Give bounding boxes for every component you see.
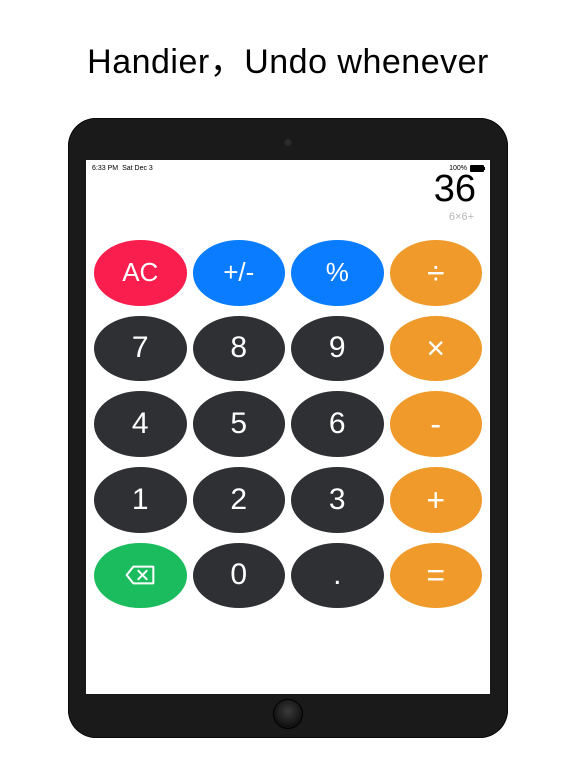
key-ac[interactable]: AC — [94, 240, 187, 306]
equals-icon: = — [426, 559, 445, 591]
divide-icon: ÷ — [427, 257, 445, 289]
key-multiply[interactable]: × — [390, 316, 483, 382]
key-2[interactable]: 2 — [193, 467, 286, 533]
calc-history: 6×6+ — [86, 212, 476, 223]
key-backspace[interactable] — [94, 543, 187, 609]
key-equals[interactable]: = — [390, 543, 483, 609]
plus-icon: + — [426, 484, 445, 516]
home-button[interactable] — [273, 699, 303, 729]
key-0[interactable]: 0 — [193, 543, 286, 609]
calc-result: 36 — [86, 170, 476, 208]
promo-headline: Handier，Undo whenever — [0, 0, 576, 83]
key-sign[interactable]: +/- — [193, 240, 286, 306]
key-divide[interactable]: ÷ — [390, 240, 483, 306]
device-frame: 6:33 PM Sat Dec 3 100% 36 6×6+ AC +/- % … — [68, 118, 508, 738]
key-minus[interactable]: - — [390, 391, 483, 457]
key-6[interactable]: 6 — [291, 391, 384, 457]
key-8[interactable]: 8 — [193, 316, 286, 382]
key-7[interactable]: 7 — [94, 316, 187, 382]
key-5[interactable]: 5 — [193, 391, 286, 457]
key-3[interactable]: 3 — [291, 467, 384, 533]
key-1[interactable]: 1 — [94, 467, 187, 533]
key-plus[interactable]: + — [390, 467, 483, 533]
key-percent[interactable]: % — [291, 240, 384, 306]
device-screen: 6:33 PM Sat Dec 3 100% 36 6×6+ AC +/- % … — [86, 160, 490, 694]
backspace-icon — [125, 564, 155, 586]
multiply-icon: × — [426, 332, 445, 364]
battery-icon — [470, 165, 484, 172]
key-4[interactable]: 4 — [94, 391, 187, 457]
status-date: Sat Dec 3 — [122, 165, 153, 172]
status-time: 6:33 PM — [92, 165, 118, 172]
minus-icon: - — [430, 408, 441, 440]
key-dot[interactable]: . — [291, 543, 384, 609]
key-9[interactable]: 9 — [291, 316, 384, 382]
keypad: AC +/- % ÷ 7 8 9 × 4 5 6 - 1 2 3 + — [86, 234, 490, 694]
calc-display: 36 6×6+ — [86, 170, 490, 223]
